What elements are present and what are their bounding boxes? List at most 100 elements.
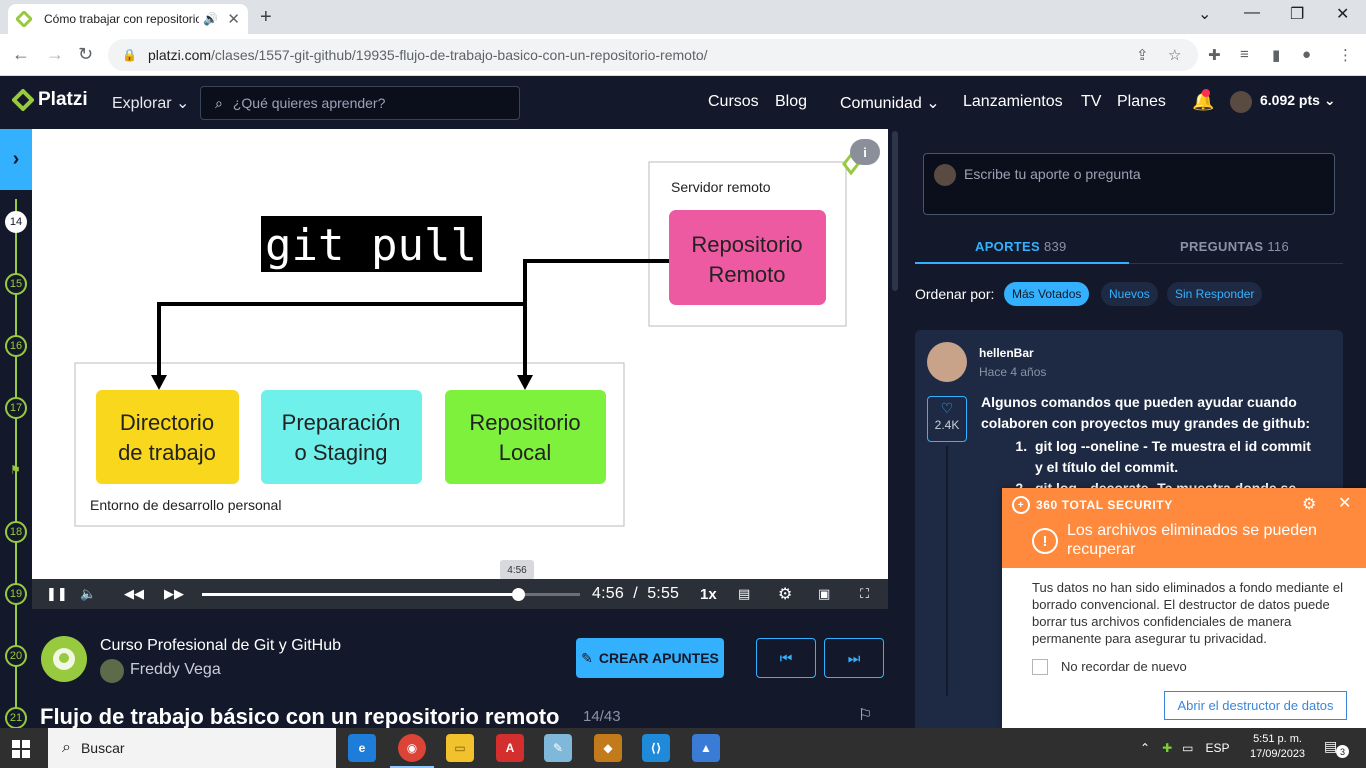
nav-planes[interactable]: Planes bbox=[1117, 93, 1166, 111]
scrollbar-thumb[interactable] bbox=[892, 131, 898, 291]
seek-bar[interactable] bbox=[202, 588, 580, 601]
rail-lesson-18[interactable]: 18 bbox=[5, 521, 27, 543]
nav-comunidad[interactable]: Comunidad ⌄ bbox=[840, 93, 940, 113]
browser-tab[interactable]: Cómo trabajar con repositorios 🔊 ✕ bbox=[8, 4, 248, 34]
tab-divider bbox=[1129, 263, 1343, 264]
remote-repo-box bbox=[669, 210, 826, 305]
explore-menu[interactable]: Explorar ⌄ bbox=[112, 93, 189, 113]
close-icon[interactable]: ✕ bbox=[1338, 493, 1351, 513]
back-icon[interactable]: ← bbox=[12, 44, 30, 65]
bookmark-star-icon[interactable]: ☆ bbox=[1168, 46, 1181, 64]
dont-remind-label[interactable]: No recordar de nuevo bbox=[1061, 659, 1187, 674]
extensions-icon[interactable]: ✚ bbox=[1208, 46, 1221, 64]
rail-lesson-17[interactable]: 17 bbox=[5, 397, 27, 419]
course-info: Curso Profesional de Git y GitHub Freddy… bbox=[32, 609, 888, 729]
reload-icon[interactable]: ↻ bbox=[78, 44, 93, 65]
close-tab-icon[interactable]: ✕ bbox=[227, 10, 240, 28]
expand-rail-button[interactable]: › bbox=[0, 129, 32, 190]
taskbar-clock[interactable]: 5:51 p. m. 17/09/2023 bbox=[1250, 732, 1305, 762]
chrome-menu-icon[interactable]: ⋮ bbox=[1338, 46, 1353, 64]
content-scrollbar[interactable] bbox=[888, 129, 902, 728]
restore-icon[interactable]: ❐ bbox=[1290, 4, 1304, 24]
minimize-icon[interactable]: — bbox=[1244, 4, 1260, 22]
pause-icon[interactable]: ❚❚ bbox=[46, 586, 68, 602]
next-lesson-button[interactable]: ⏭ bbox=[824, 638, 884, 678]
previous-lesson-button[interactable]: ⏮ bbox=[756, 638, 816, 678]
popup-title: Los archivos eliminados se pueden recupe… bbox=[1067, 522, 1317, 558]
info-icon[interactable]: i bbox=[850, 139, 880, 165]
close-window-icon[interactable]: ✕ bbox=[1336, 4, 1349, 24]
windows-start-icon[interactable] bbox=[12, 740, 30, 758]
filter-nuevos[interactable]: Nuevos bbox=[1101, 282, 1158, 306]
rail-lesson-19[interactable]: 19 bbox=[5, 583, 27, 605]
course-badge[interactable] bbox=[41, 636, 87, 682]
address-bar[interactable]: 🔒 platzi.com/clases/1557-git-github/1993… bbox=[108, 39, 1198, 71]
share-icon[interactable]: ⇪ bbox=[1136, 46, 1149, 64]
nav-tv[interactable]: TV bbox=[1081, 93, 1101, 111]
settings-gear-icon[interactable]: ⚙ bbox=[778, 584, 792, 604]
media-control-icon[interactable]: ≡ bbox=[1240, 46, 1249, 63]
battery-icon[interactable]: ▭ bbox=[1182, 741, 1193, 755]
audio-playing-icon[interactable]: 🔊 bbox=[203, 12, 218, 26]
forward-icon[interactable]: → bbox=[46, 44, 64, 65]
compose-input[interactable]: Escribe tu aporte o pregunta bbox=[923, 153, 1335, 215]
rewind-icon[interactable]: ◀◀ bbox=[124, 586, 144, 602]
like-button[interactable]: ♡ 2.4K bbox=[927, 396, 967, 442]
seek-knob[interactable] bbox=[512, 588, 525, 601]
360-tray-icon[interactable]: ✚ bbox=[1162, 741, 1172, 755]
tab-search-icon[interactable]: ⌄ bbox=[1198, 4, 1211, 24]
staging-line2: o Staging bbox=[295, 440, 388, 465]
search-icon: ⌕ bbox=[62, 739, 71, 756]
chrome-icon[interactable]: ◉ bbox=[390, 734, 434, 768]
teacher-name[interactable]: Freddy Vega bbox=[130, 661, 221, 679]
side-panel-icon[interactable]: ▮ bbox=[1272, 46, 1280, 64]
picture-in-picture-icon[interactable]: ▣ bbox=[818, 586, 830, 602]
fullscreen-icon[interactable]: ⛶ bbox=[860, 586, 869, 602]
post-avatar[interactable] bbox=[927, 342, 967, 382]
video-player[interactable]: Servidor remoto Repositorio Remoto git p… bbox=[32, 129, 888, 579]
rail-lesson-20[interactable]: 20 bbox=[5, 645, 27, 667]
volume-icon[interactable]: 🔈 bbox=[80, 586, 96, 602]
vscode-icon[interactable]: ⟨⟩ bbox=[642, 734, 670, 762]
edge-icon[interactable]: e bbox=[348, 734, 376, 762]
filter-sin-responder[interactable]: Sin Responder bbox=[1167, 282, 1263, 306]
nav-cursos[interactable]: Cursos bbox=[708, 93, 759, 111]
user-points[interactable]: 6.092 pts ⌄ bbox=[1260, 92, 1336, 109]
rail-lesson-16[interactable]: 16 bbox=[5, 335, 27, 357]
platzi-logo[interactable]: Platzi bbox=[12, 89, 88, 111]
fast-forward-icon[interactable]: ▶▶ bbox=[164, 586, 184, 602]
show-hidden-icons-icon[interactable]: ⌃ bbox=[1140, 741, 1150, 755]
user-avatar[interactable] bbox=[1230, 91, 1252, 113]
photos-icon[interactable]: ▲ bbox=[692, 734, 720, 762]
rail-lesson-21[interactable]: 21 bbox=[5, 707, 27, 729]
search-icon: ⌕ bbox=[215, 94, 223, 111]
course-search-input[interactable]: ⌕ ¿Qué quieres aprender? bbox=[200, 86, 520, 120]
nav-lanzamientos[interactable]: Lanzamientos bbox=[963, 93, 1063, 111]
new-tab-icon[interactable]: + bbox=[260, 6, 272, 29]
notepad-icon[interactable]: ✎ bbox=[544, 734, 572, 762]
settings-gear-icon[interactable]: ⚙ bbox=[1302, 494, 1316, 514]
tab-preguntas[interactable]: PREGUNTAS 116 bbox=[1180, 239, 1289, 254]
file-explorer-icon[interactable]: ▭ bbox=[446, 734, 474, 762]
subtitles-icon[interactable]: ▤ bbox=[738, 586, 750, 602]
rail-lesson-15[interactable]: 15 bbox=[5, 273, 27, 295]
nav-blog[interactable]: Blog bbox=[775, 93, 807, 111]
create-notes-button[interactable]: ✎ CREAR APUNTES bbox=[576, 638, 724, 678]
filter-mas-votados[interactable]: Más Votados bbox=[1004, 282, 1090, 306]
acrobat-icon[interactable]: A bbox=[496, 734, 524, 762]
git-icon[interactable]: ◆ bbox=[594, 734, 622, 762]
notification-center-icon[interactable]: ▤ 3 bbox=[1324, 738, 1349, 758]
course-title[interactable]: Curso Profesional de Git y GitHub bbox=[100, 637, 341, 655]
rail-lesson-14[interactable]: 14 bbox=[5, 211, 27, 233]
post-username[interactable]: hellenBar bbox=[979, 346, 1034, 360]
taskbar-search[interactable]: ⌕ Buscar bbox=[48, 728, 336, 768]
tab-aportes[interactable]: APORTES 839 bbox=[975, 239, 1067, 254]
open-shredder-button[interactable]: Abrir el destructor de datos bbox=[1164, 691, 1347, 720]
language-indicator[interactable]: ESP bbox=[1205, 741, 1229, 755]
dont-remind-checkbox[interactable] bbox=[1032, 659, 1048, 675]
report-flag-icon[interactable]: ⚐ bbox=[858, 705, 872, 725]
notifications-bell-icon[interactable]: 🔔 bbox=[1192, 89, 1214, 112]
profile-icon[interactable]: ● bbox=[1302, 46, 1311, 63]
playback-speed-button[interactable]: 1x bbox=[700, 586, 717, 603]
lock-icon[interactable]: 🔒 bbox=[122, 48, 140, 62]
